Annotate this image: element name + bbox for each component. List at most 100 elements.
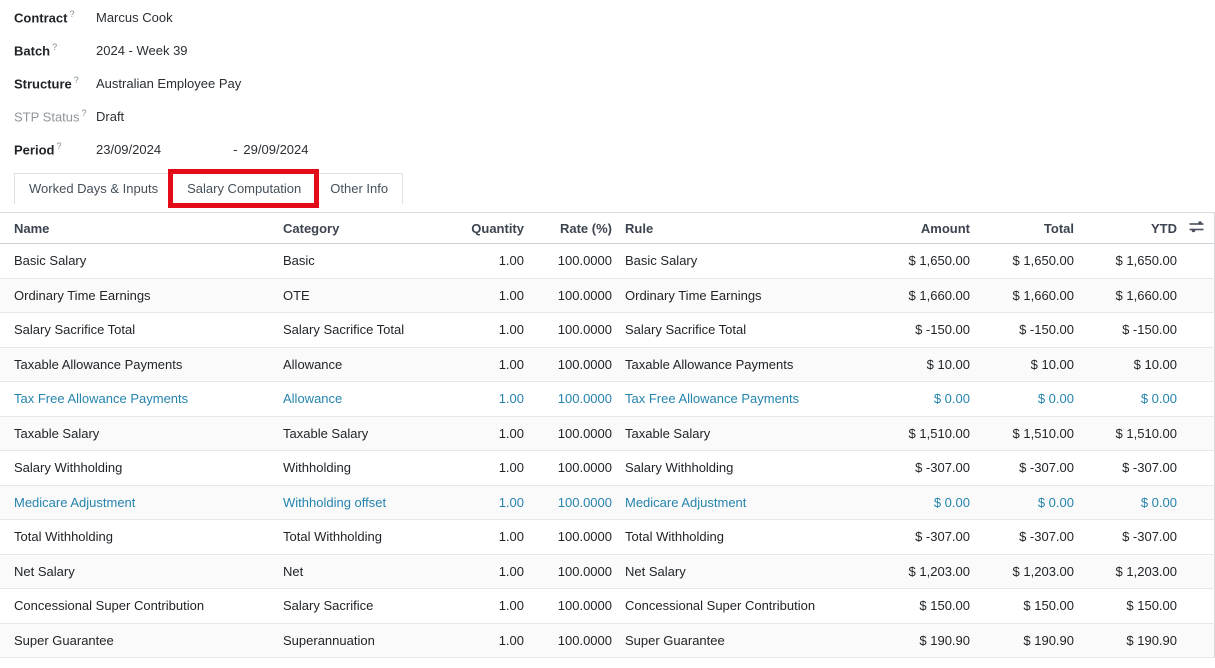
field-label-text: STP Status bbox=[14, 110, 80, 125]
cell-ytd: $ -307.00 bbox=[1074, 460, 1177, 475]
table-row[interactable]: Taxable Salary Taxable Salary 1.00 100.0… bbox=[0, 417, 1215, 452]
cell-category: Superannuation bbox=[283, 633, 463, 648]
cell-name: Ordinary Time Earnings bbox=[0, 288, 283, 303]
sliders-icon[interactable] bbox=[1189, 220, 1204, 233]
cell-name: Basic Salary bbox=[0, 253, 283, 268]
cell-name: Taxable Salary bbox=[0, 426, 283, 441]
column-header-rate[interactable]: Rate (%) bbox=[524, 221, 612, 236]
cell-amount: $ 150.00 bbox=[850, 598, 970, 613]
cell-rate: 100.0000 bbox=[524, 564, 612, 579]
form-field-row: STP Status? Draft bbox=[14, 100, 1215, 133]
table-row[interactable]: Medicare Adjustment Withholding offset 1… bbox=[0, 486, 1215, 521]
field-label: Period? bbox=[14, 141, 96, 157]
cell-ytd: $ 1,650.00 bbox=[1074, 253, 1177, 268]
field-value[interactable]: 23/09/2024 bbox=[96, 142, 161, 157]
cell-total: $ -307.00 bbox=[970, 529, 1074, 544]
cell-rule: Concessional Super Contribution bbox=[612, 598, 850, 613]
column-header-category[interactable]: Category bbox=[283, 221, 463, 236]
cell-rate: 100.0000 bbox=[524, 357, 612, 372]
cell-rate: 100.0000 bbox=[524, 288, 612, 303]
cell-rate: 100.0000 bbox=[524, 529, 612, 544]
field-value[interactable]: Marcus Cook bbox=[96, 10, 173, 25]
tab-worked-days-inputs[interactable]: Worked Days & Inputs bbox=[14, 173, 173, 204]
cell-amount: $ -307.00 bbox=[850, 529, 970, 544]
cell-rule: Total Withholding bbox=[612, 529, 850, 544]
form-field-row: Period? 23/09/2024 - 29/09/2024 bbox=[14, 133, 1215, 166]
table-row[interactable]: Taxable Allowance Payments Allowance 1.0… bbox=[0, 348, 1215, 383]
table-row[interactable]: Salary Withholding Withholding 1.00 100.… bbox=[0, 451, 1215, 486]
cell-ytd: $ 1,203.00 bbox=[1074, 564, 1177, 579]
column-header-ytd[interactable]: YTD bbox=[1074, 221, 1177, 236]
cell-rate: 100.0000 bbox=[524, 460, 612, 475]
field-label-text: Contract bbox=[14, 11, 67, 26]
table-row[interactable]: Total Withholding Total Withholding 1.00… bbox=[0, 520, 1215, 555]
cell-rate: 100.0000 bbox=[524, 598, 612, 613]
cell-quantity: 1.00 bbox=[463, 495, 524, 510]
cell-ytd: $ 0.00 bbox=[1074, 495, 1177, 510]
cell-name: Medicare Adjustment bbox=[0, 495, 283, 510]
cell-quantity: 1.00 bbox=[463, 564, 524, 579]
column-header-rule[interactable]: Rule bbox=[612, 221, 850, 236]
column-header-name[interactable]: Name bbox=[0, 221, 283, 236]
cell-rule: Tax Free Allowance Payments bbox=[612, 391, 850, 406]
cell-ytd: $ -150.00 bbox=[1074, 322, 1177, 337]
cell-quantity: 1.00 bbox=[463, 460, 524, 475]
form-field-row: Structure? Australian Employee Pay bbox=[14, 67, 1215, 100]
cell-quantity: 1.00 bbox=[463, 598, 524, 613]
cell-rule: Taxable Salary bbox=[612, 426, 850, 441]
table-row[interactable]: Tax Free Allowance Payments Allowance 1.… bbox=[0, 382, 1215, 417]
cell-name: Tax Free Allowance Payments bbox=[0, 391, 283, 406]
table-row[interactable]: Net Salary Net 1.00 100.0000 Net Salary … bbox=[0, 555, 1215, 590]
table-row[interactable]: Concessional Super Contribution Salary S… bbox=[0, 589, 1215, 624]
cell-rule: Super Guarantee bbox=[612, 633, 850, 648]
cell-total: $ 0.00 bbox=[970, 495, 1074, 510]
column-header-total[interactable]: Total bbox=[970, 221, 1074, 236]
cell-amount: $ 1,660.00 bbox=[850, 288, 970, 303]
cell-name: Salary Withholding bbox=[0, 460, 283, 475]
cell-amount: $ -307.00 bbox=[850, 460, 970, 475]
cell-ytd: $ 0.00 bbox=[1074, 391, 1177, 406]
field-label-text: Period bbox=[14, 143, 54, 158]
field-label: STP Status? bbox=[14, 108, 96, 124]
cell-quantity: 1.00 bbox=[463, 288, 524, 303]
cell-total: $ 0.00 bbox=[970, 391, 1074, 406]
cell-amount: $ 190.90 bbox=[850, 633, 970, 648]
table-row[interactable]: Salary Sacrifice Total Salary Sacrifice … bbox=[0, 313, 1215, 348]
field-label-text: Batch bbox=[14, 44, 50, 59]
cell-name: Net Salary bbox=[0, 564, 283, 579]
table-header-row: Name Category Quantity Rate (%) Rule Amo… bbox=[0, 213, 1215, 244]
field-value-end[interactable]: 29/09/2024 bbox=[243, 142, 308, 157]
cell-total: $ 10.00 bbox=[970, 357, 1074, 372]
cell-total: $ 150.00 bbox=[970, 598, 1074, 613]
cell-ytd: $ 150.00 bbox=[1074, 598, 1177, 613]
cell-rate: 100.0000 bbox=[524, 426, 612, 441]
cell-total: $ -150.00 bbox=[970, 322, 1074, 337]
column-header-amount[interactable]: Amount bbox=[850, 221, 970, 236]
cell-category: Salary Sacrifice Total bbox=[283, 322, 463, 337]
cell-amount: $ 10.00 bbox=[850, 357, 970, 372]
tab-salary-computation[interactable]: Salary Computation bbox=[173, 173, 316, 204]
cell-amount: $ 1,203.00 bbox=[850, 564, 970, 579]
table-row[interactable]: Basic Salary Basic 1.00 100.0000 Basic S… bbox=[0, 244, 1215, 279]
field-value[interactable]: Australian Employee Pay bbox=[96, 76, 241, 91]
field-value[interactable]: Draft bbox=[96, 109, 124, 124]
field-label: Batch? bbox=[14, 42, 96, 58]
table-row[interactable]: Ordinary Time Earnings OTE 1.00 100.0000… bbox=[0, 279, 1215, 314]
cell-quantity: 1.00 bbox=[463, 357, 524, 372]
cell-amount: $ 0.00 bbox=[850, 391, 970, 406]
field-value[interactable]: 2024 - Week 39 bbox=[96, 43, 188, 58]
cell-ytd: $ -307.00 bbox=[1074, 529, 1177, 544]
cell-rule: Net Salary bbox=[612, 564, 850, 579]
cell-amount: $ -150.00 bbox=[850, 322, 970, 337]
column-header-quantity[interactable]: Quantity bbox=[463, 221, 524, 236]
help-icon: ? bbox=[74, 75, 79, 85]
cell-name: Salary Sacrifice Total bbox=[0, 322, 283, 337]
cell-rule: Salary Withholding bbox=[612, 460, 850, 475]
table-row[interactable]: Super Guarantee Superannuation 1.00 100.… bbox=[0, 624, 1215, 659]
cell-quantity: 1.00 bbox=[463, 529, 524, 544]
cell-category: Salary Sacrifice bbox=[283, 598, 463, 613]
cell-total: $ 190.90 bbox=[970, 633, 1074, 648]
tab-other-info[interactable]: Other Info bbox=[316, 173, 403, 204]
table-body: Basic Salary Basic 1.00 100.0000 Basic S… bbox=[0, 244, 1215, 658]
cell-ytd: $ 190.90 bbox=[1074, 633, 1177, 648]
